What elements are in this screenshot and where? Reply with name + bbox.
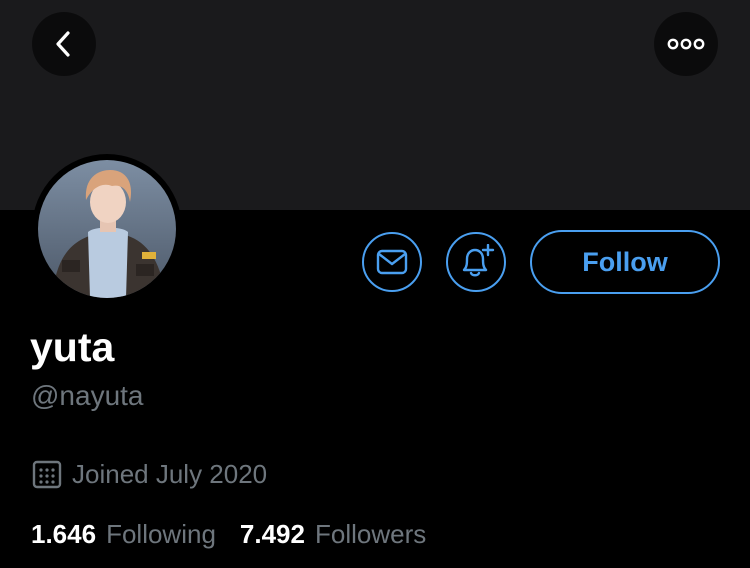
envelope-icon	[376, 249, 408, 275]
follow-button[interactable]: Follow	[530, 230, 720, 294]
notifications-button[interactable]	[446, 232, 506, 292]
following-stat[interactable]: 1.646 Following	[31, 516, 216, 552]
message-button[interactable]	[362, 232, 422, 292]
avatar-image	[38, 160, 176, 298]
follow-stats: 1.646 Following 7.492 Followers	[31, 516, 426, 552]
followers-label: Followers	[314, 519, 427, 549]
avatar[interactable]	[38, 160, 176, 298]
bell-plus-icon	[462, 244, 495, 277]
chevron-left-icon	[56, 31, 70, 57]
following-count: 1.646	[31, 519, 97, 549]
following-label: Following	[106, 519, 216, 549]
more-options-button[interactable]	[654, 12, 718, 76]
calendar-icon	[32, 460, 62, 489]
username-handle: @nayuta	[31, 380, 144, 411]
followers-count: 7.492	[239, 519, 305, 549]
display-name: yuta	[30, 324, 115, 370]
followers-stat[interactable]: 7.492 Followers	[240, 516, 426, 552]
avatar-frame	[32, 154, 182, 304]
back-button[interactable]	[32, 12, 96, 76]
joined-date-row: Joined July 2020	[32, 456, 267, 492]
joined-date-text: Joined July 2020	[72, 458, 268, 489]
more-horizontal-icon	[667, 38, 705, 50]
